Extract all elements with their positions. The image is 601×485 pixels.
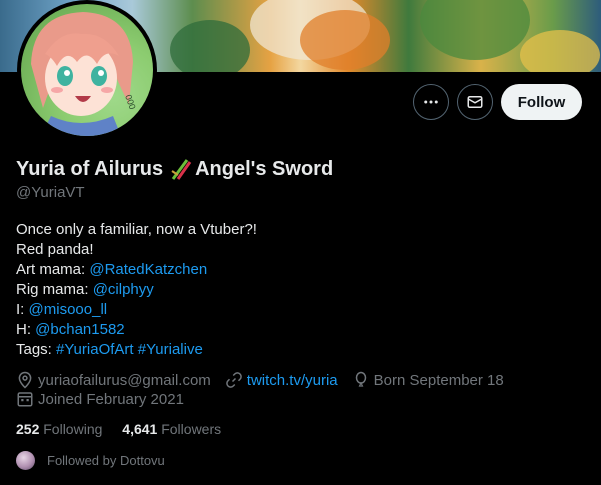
- message-button[interactable]: [457, 84, 493, 120]
- website-link[interactable]: twitch.tv/yuria: [247, 372, 338, 389]
- bio-line-art: Art mama: @RatedKatzchen: [16, 260, 257, 280]
- bio-line: Red panda!: [16, 241, 94, 258]
- bio-line-i: I: @misooo_ll: [16, 300, 257, 320]
- mention-link[interactable]: @bchan1582: [35, 321, 124, 338]
- calendar-icon: [17, 392, 33, 407]
- bio-line: Once only a familiar, now a Vtuber?!: [16, 221, 257, 238]
- more-button[interactable]: [413, 84, 449, 120]
- bio-label: I:: [16, 301, 29, 318]
- bio-label: H:: [16, 321, 36, 338]
- avatar-illustration: 000: [31, 12, 138, 136]
- profile-meta-row: Joined February 2021: [16, 390, 198, 408]
- hashtag-link[interactable]: #Yurialive: [138, 341, 203, 358]
- follower-avatar: [16, 451, 35, 470]
- profile-display-name: Yuria of Ailurus Angel's Sword: [16, 157, 333, 181]
- avatar-badge-text: 000: [123, 93, 138, 111]
- followers-count: 4,641: [122, 421, 158, 437]
- joined-item: Joined February 2021: [16, 390, 184, 408]
- following-count: 252: [16, 421, 40, 437]
- bio-line-h: H: @bchan1582: [16, 320, 257, 340]
- birthday-text: Born September 18: [373, 371, 504, 389]
- display-name-suffix: Angel's Sword: [195, 157, 334, 180]
- hashtag-link[interactable]: #YuriaOfArt: [56, 341, 134, 358]
- location-item: yuriaofailurus@gmail.com: [16, 371, 211, 389]
- sword-icon: [171, 159, 192, 180]
- profile-avatar[interactable]: 000: [17, 0, 157, 140]
- bio-label: Art mama:: [16, 261, 90, 278]
- location-pin-icon: [18, 371, 32, 389]
- profile-meta-row: yuriaofailurus@gmail.com twitch.tv/yuria…: [16, 371, 518, 389]
- following-label: Following: [43, 421, 103, 437]
- mention-link[interactable]: @cilphyy: [93, 281, 154, 298]
- bio-line-rig: Rig mama: @cilphyy: [16, 280, 257, 300]
- followers-count-link[interactable]: 4,641 Followers: [122, 421, 221, 437]
- more-icon: [424, 100, 438, 104]
- followed-by[interactable]: Followed by Dottovu: [16, 451, 165, 470]
- display-name-text: Yuria of Ailurus: [16, 157, 164, 180]
- follow-counts: 252 Following 4,641 Followers: [16, 421, 221, 437]
- followed-by-text: Followed by Dottovu: [47, 453, 165, 468]
- profile-handle: @YuriaVT: [16, 184, 85, 201]
- birthday-item: Born September 18: [352, 371, 504, 389]
- website-item: twitch.tv/yuria: [225, 371, 338, 389]
- mention-link[interactable]: @RatedKatzchen: [89, 261, 207, 278]
- bio-line-tags: Tags: #YuriaOfArt #Yurialive: [16, 340, 257, 360]
- envelope-icon: [467, 96, 483, 108]
- mention-link[interactable]: @misooo_ll: [29, 301, 108, 318]
- followers-label: Followers: [161, 421, 222, 437]
- avatar-image: 000: [21, 4, 153, 136]
- profile-bio: Once only a familiar, now a Vtuber?! Red…: [16, 220, 257, 360]
- following-count-link[interactable]: 252 Following: [16, 421, 102, 437]
- location-text: yuriaofailurus@gmail.com: [38, 371, 211, 389]
- joined-text: Joined February 2021: [38, 390, 184, 408]
- balloon-icon: [355, 371, 366, 387]
- link-icon: [225, 372, 242, 388]
- bio-label: Tags:: [16, 341, 57, 358]
- bio-label: Rig mama:: [16, 281, 93, 298]
- follow-button[interactable]: Follow: [501, 84, 582, 120]
